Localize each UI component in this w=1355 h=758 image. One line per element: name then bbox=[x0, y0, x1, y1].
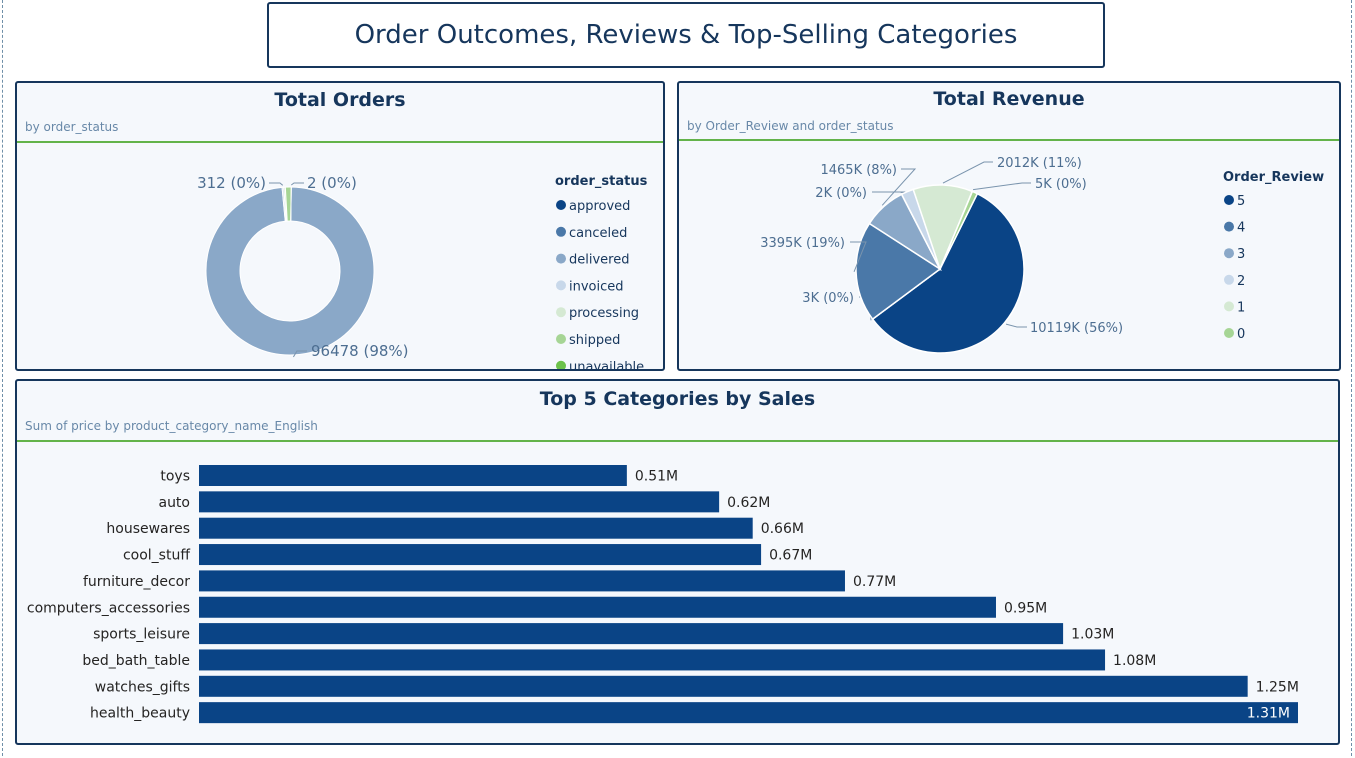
legend-dot-0 bbox=[1224, 328, 1234, 338]
bar-cool-stuff[interactable] bbox=[199, 544, 762, 566]
value-label-health-beauty: 1.31M bbox=[1247, 706, 1290, 722]
sales-bar-chart: toys 0.51M auto 0.62M housewares 0.66M cool_st… bbox=[27, 465, 1299, 724]
bar-health-beauty[interactable] bbox=[199, 702, 1298, 724]
revenue-pie-chart: 10119K (56%) 3K (0%) 3395K (19%) 1465K (8%)… bbox=[760, 156, 1324, 354]
bar-toys[interactable] bbox=[199, 465, 627, 486]
category-label-toys: toys bbox=[160, 469, 190, 485]
legend-dot-4 bbox=[1224, 221, 1234, 232]
category-label-computers-accessories: computers_accessories bbox=[27, 600, 190, 616]
slice-unavailable-6[interactable] bbox=[290, 186, 292, 222]
legend-dot-invoiced bbox=[556, 280, 566, 291]
sales-card-title: Top 5 Categories by Sales bbox=[539, 388, 816, 410]
leader-line-0 bbox=[1005, 323, 1027, 328]
sales-card-subtitle: Sum of price by product_category_name_En… bbox=[25, 419, 318, 433]
value-label-housewares: 0.66M bbox=[761, 521, 804, 537]
legend-item-3[interactable]: 3 bbox=[1237, 247, 1245, 262]
revenue-card[interactable]: Total Revenue by Order_Review and order_… bbox=[677, 81, 1341, 371]
revenue-card-title: Total Revenue bbox=[933, 88, 1085, 110]
data-label-3: 312 (0%) bbox=[197, 174, 266, 192]
category-label-sports-leisure: sports_leisure bbox=[93, 627, 190, 643]
value-label-cool-stuff: 0.67M bbox=[769, 548, 812, 564]
legend-dot-3 bbox=[1224, 248, 1234, 259]
data-label-4: 2K (0%) bbox=[815, 186, 867, 201]
value-label-bed-bath-table: 1.08M bbox=[1113, 653, 1156, 669]
legend-item-2[interactable]: 2 bbox=[1237, 274, 1245, 289]
report-title-box: Order Outcomes, Reviews & Top-Selling Ca… bbox=[267, 2, 1105, 68]
bar-computers-accessories[interactable] bbox=[199, 596, 996, 618]
value-label-furniture-decor: 0.77M bbox=[853, 574, 896, 590]
legend-item-delivered[interactable]: delivered bbox=[569, 253, 629, 268]
data-label-3: 1465K (8%) bbox=[820, 163, 897, 178]
category-label-cool-stuff: cool_stuff bbox=[123, 548, 190, 564]
data-label-0: 10119K (56%) bbox=[1030, 321, 1123, 336]
data-label-2: 96478 (98%) bbox=[311, 342, 409, 360]
category-label-bed-bath-table: bed_bath_table bbox=[82, 653, 190, 669]
value-label-computers-accessories: 0.95M bbox=[1004, 600, 1047, 616]
legend-item-1[interactable]: 1 bbox=[1237, 300, 1245, 315]
data-label-7: 5K (0%) bbox=[1035, 177, 1087, 192]
category-label-watches-gifts: watches_gifts bbox=[95, 679, 190, 695]
bar-auto[interactable] bbox=[199, 491, 720, 513]
bar-sports-leisure[interactable] bbox=[199, 623, 1064, 645]
bar-furniture-decor[interactable] bbox=[199, 570, 845, 592]
category-label-furniture-decor: furniture_decor bbox=[83, 574, 190, 590]
bar-bed-bath-table[interactable] bbox=[199, 649, 1106, 671]
sales-card-divider bbox=[17, 440, 1338, 442]
legend-item-5[interactable]: 5 bbox=[1237, 194, 1245, 209]
legend-title: Order_Review bbox=[1223, 170, 1324, 185]
legend-dot-unavailable bbox=[556, 360, 566, 369]
data-label-6: 2012K (11%) bbox=[997, 156, 1082, 171]
orders-card[interactable]: Total Orders by order_status 96478 (98%)… bbox=[15, 81, 665, 371]
category-label-housewares: housewares bbox=[106, 521, 190, 537]
data-label-1: 3K (0%) bbox=[802, 291, 854, 306]
legend-item-processing[interactable]: processing bbox=[569, 306, 639, 321]
data-label-2: 3395K (19%) bbox=[760, 236, 845, 251]
leader-line-3 bbox=[269, 182, 284, 186]
data-label-6: 2 (0%) bbox=[307, 174, 357, 192]
value-label-watches-gifts: 1.25M bbox=[1256, 679, 1299, 695]
legend-dot-canceled bbox=[556, 226, 566, 237]
legend-dot-shipped bbox=[556, 334, 566, 344]
leader-line-4 bbox=[872, 191, 908, 194]
report-title: Order Outcomes, Reviews & Top-Selling Ca… bbox=[354, 20, 1018, 50]
value-label-auto: 0.62M bbox=[727, 495, 770, 511]
bar-housewares[interactable] bbox=[199, 517, 753, 539]
value-label-sports-leisure: 1.03M bbox=[1071, 627, 1114, 643]
legend-item-4[interactable]: 4 bbox=[1237, 221, 1245, 236]
legend-dot-approved bbox=[556, 200, 566, 210]
orders-donut-chart: 96478 (98%) 312 (0%) 2 (0%) order_statusapp… bbox=[197, 174, 648, 369]
leader-line-6 bbox=[942, 161, 993, 184]
legend-dot-2 bbox=[1224, 274, 1234, 285]
legend-item-canceled[interactable]: canceled bbox=[569, 226, 627, 241]
leader-line-6 bbox=[290, 182, 304, 186]
category-label-auto: auto bbox=[158, 495, 190, 511]
legend-item-shipped[interactable]: shipped bbox=[569, 333, 620, 348]
sales-card[interactable]: Top 5 Categories by Sales Sum of price b… bbox=[15, 379, 1340, 745]
legend-dot-processing bbox=[556, 307, 566, 318]
orders-card-subtitle: by order_status bbox=[25, 120, 119, 134]
category-label-health-beauty: health_beauty bbox=[90, 706, 190, 722]
legend-item-invoiced[interactable]: invoiced bbox=[569, 279, 624, 294]
legend-dot-delivered bbox=[556, 253, 566, 264]
legend-item-approved[interactable]: approved bbox=[569, 199, 630, 214]
legend-title: order_status bbox=[555, 174, 648, 189]
legend-item-0[interactable]: 0 bbox=[1237, 327, 1245, 342]
orders-card-title: Total Orders bbox=[274, 89, 406, 111]
bar-watches-gifts[interactable] bbox=[199, 675, 1248, 697]
leader-line-7 bbox=[973, 182, 1031, 191]
legend-item-unavailable[interactable]: unavailable bbox=[569, 360, 644, 369]
legend-dot-5 bbox=[1224, 195, 1234, 205]
value-label-toys: 0.51M bbox=[635, 469, 678, 485]
legend-dot-1 bbox=[1224, 301, 1234, 312]
revenue-card-subtitle: by Order_Review and order_status bbox=[687, 119, 894, 133]
